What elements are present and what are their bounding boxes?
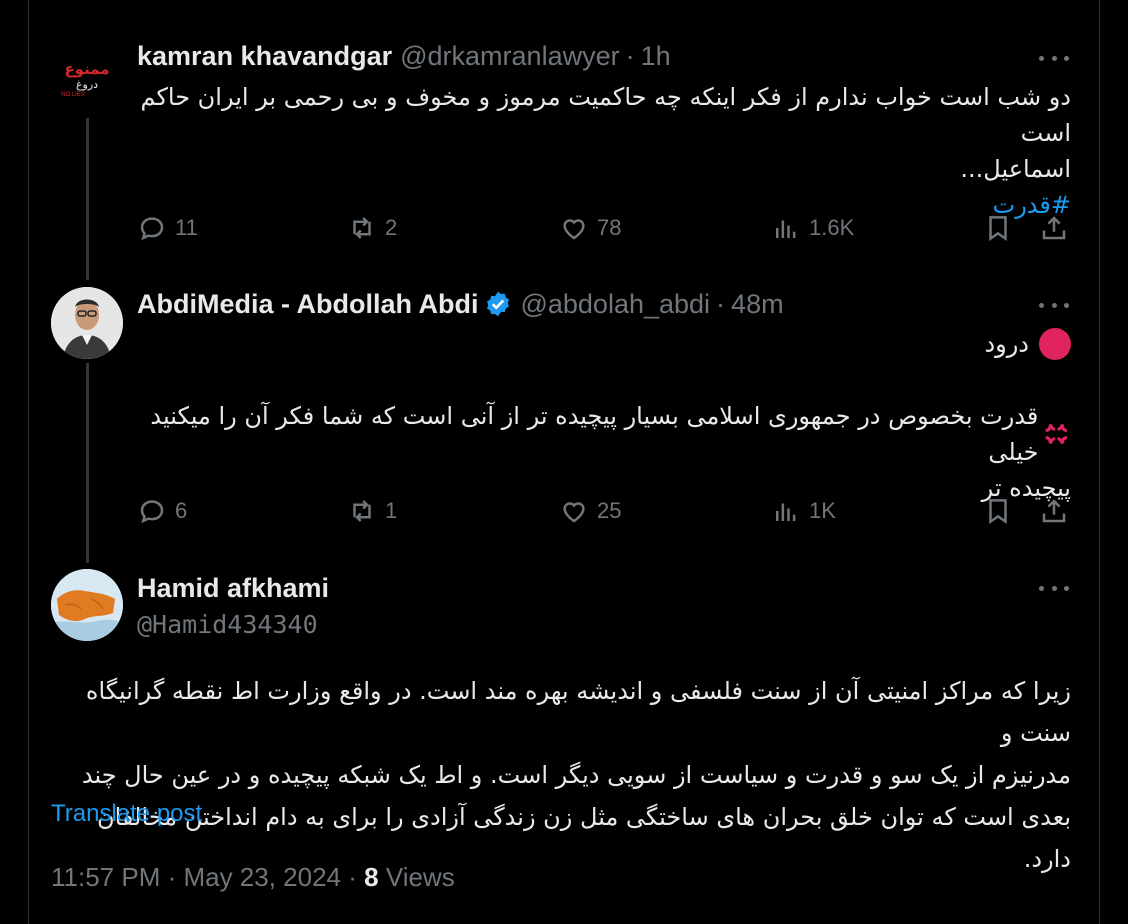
share-button[interactable] (1039, 208, 1069, 248)
avatar-abdollah[interactable] (51, 287, 123, 359)
more-icon[interactable] (1039, 48, 1069, 68)
avatar-kamran[interactable]: ممنوع دروغ NO LIES (51, 42, 123, 114)
no-lies-logo-icon: ممنوع دروغ NO LIES (51, 42, 123, 114)
author-name[interactable]: Hamid afkhami (137, 573, 329, 604)
tweet-text: دو شب است خواب ندارم از فکر اینکه چه حاک… (137, 79, 1072, 223)
reply-button[interactable]: 11 (137, 208, 198, 248)
tweet-header: Hamid afkhami (137, 570, 329, 606)
author-handle[interactable]: @drkamranlawyer (400, 41, 619, 72)
tweet-line: اسماعیل... (960, 155, 1071, 183)
like-button[interactable]: 25 (559, 491, 621, 531)
thread-line (86, 118, 89, 280)
svg-text:ممنوع: ممنوع (64, 60, 109, 78)
views-label: Views (378, 862, 455, 892)
tweet-line: قدرت بخصوص در جمهوری اسلامی بسیار پیچیده… (137, 398, 1071, 470)
author-name[interactable]: kamran khavandgar (137, 41, 392, 72)
tweet-actions: 11 2 78 1.6K (137, 208, 1077, 248)
author-handle[interactable]: @Hamid434340 (137, 610, 318, 639)
tweet-time[interactable]: 1h (641, 41, 671, 72)
share-button[interactable] (1039, 491, 1069, 531)
repost-button[interactable]: 2 (347, 208, 397, 248)
map-avatar-icon (51, 569, 123, 641)
tweet-actions: 6 1 25 1K (137, 491, 1077, 531)
repost-icon (353, 500, 371, 522)
separator-dot: · (716, 288, 726, 319)
bookmark-icon (989, 216, 1007, 242)
svg-text:دروغ: دروغ (76, 78, 98, 91)
views-count: 8 (364, 862, 379, 892)
tweet-line: زیرا که مراکز امنیتی آن از سنت فلسفی و ا… (85, 677, 1071, 747)
bookmark-button[interactable] (983, 491, 1013, 531)
translate-post-link[interactable]: Translate post (51, 800, 202, 828)
separator-dot: · (625, 40, 635, 71)
anger-emoji-icon (1045, 423, 1068, 445)
reply-icon (140, 500, 164, 524)
share-icon (1042, 216, 1066, 240)
repost-button[interactable]: 1 (347, 491, 397, 531)
tweet-text: درود قدرت بخصوص در جمهوری اسلامی بسیار پ… (137, 326, 1071, 506)
author-name[interactable]: AbdiMedia - Abdollah Abdi (137, 289, 478, 320)
repost-count: 2 (385, 215, 398, 240)
avatar-hamid[interactable] (51, 569, 123, 641)
tweet-header: kamran khavandgar @drkamranlawyer · 1h (137, 38, 671, 74)
tweet-header: AbdiMedia - Abdollah Abdi @abdolah_abdi … (137, 286, 784, 322)
views-count: 1.6K (809, 215, 855, 240)
red-circle-emoji-icon (1039, 328, 1071, 360)
like-icon (563, 219, 585, 240)
reply-count: 11 (175, 215, 198, 240)
like-button[interactable]: 78 (559, 208, 621, 248)
reply-count: 6 (175, 498, 188, 523)
tweet-line-text: قدرت بخصوص در جمهوری اسلامی بسیار پیچیده… (150, 402, 1039, 466)
repost-icon (353, 217, 371, 239)
share-icon (1042, 499, 1066, 523)
tweet-handle-row: @Hamid434340 (137, 606, 318, 642)
tweet-line: دو شب است خواب ندارم از فکر اینکه چه حاک… (140, 83, 1072, 147)
reply-button[interactable]: 6 (137, 491, 187, 531)
bookmark-icon (989, 499, 1007, 525)
like-count: 78 (597, 215, 622, 240)
repost-count: 1 (385, 498, 398, 523)
tweet-time[interactable]: 48m (731, 289, 784, 320)
views-button[interactable]: 1.6K (771, 208, 854, 248)
timeline-column: ممنوع دروغ NO LIES kamran khavandgar @dr… (28, 0, 1100, 924)
views-button[interactable]: 1K (771, 491, 836, 531)
like-icon (563, 502, 585, 523)
tweet-line-text: درود (984, 330, 1029, 358)
more-icon[interactable] (1039, 295, 1069, 315)
thread-line (86, 363, 89, 563)
reply-icon (140, 217, 164, 241)
bookmark-button[interactable] (983, 208, 1013, 248)
timestamp[interactable]: 11:57 PM · May 23, 2024 · (51, 862, 364, 892)
verified-icon (487, 291, 510, 317)
tweet-text: زیرا که مراکز امنیتی آن از سنت فلسفی و ا… (51, 670, 1071, 880)
svg-text:NO LIES: NO LIES (61, 92, 85, 98)
tweet-line: مدرنیزم از یک سو و قدرت و سیاست از سویی … (81, 761, 1071, 789)
views-icon (776, 503, 796, 521)
views-count: 1K (809, 498, 836, 523)
views-icon (776, 220, 796, 238)
tweet-line: درود (137, 326, 1071, 362)
more-icon[interactable] (1039, 578, 1069, 598)
tweet-meta: 11:57 PM · May 23, 2024 · 8 Views (51, 862, 455, 893)
like-count: 25 (597, 498, 622, 523)
profile-photo-icon (51, 287, 123, 359)
author-handle[interactable]: @abdolah_abdi (520, 289, 710, 320)
